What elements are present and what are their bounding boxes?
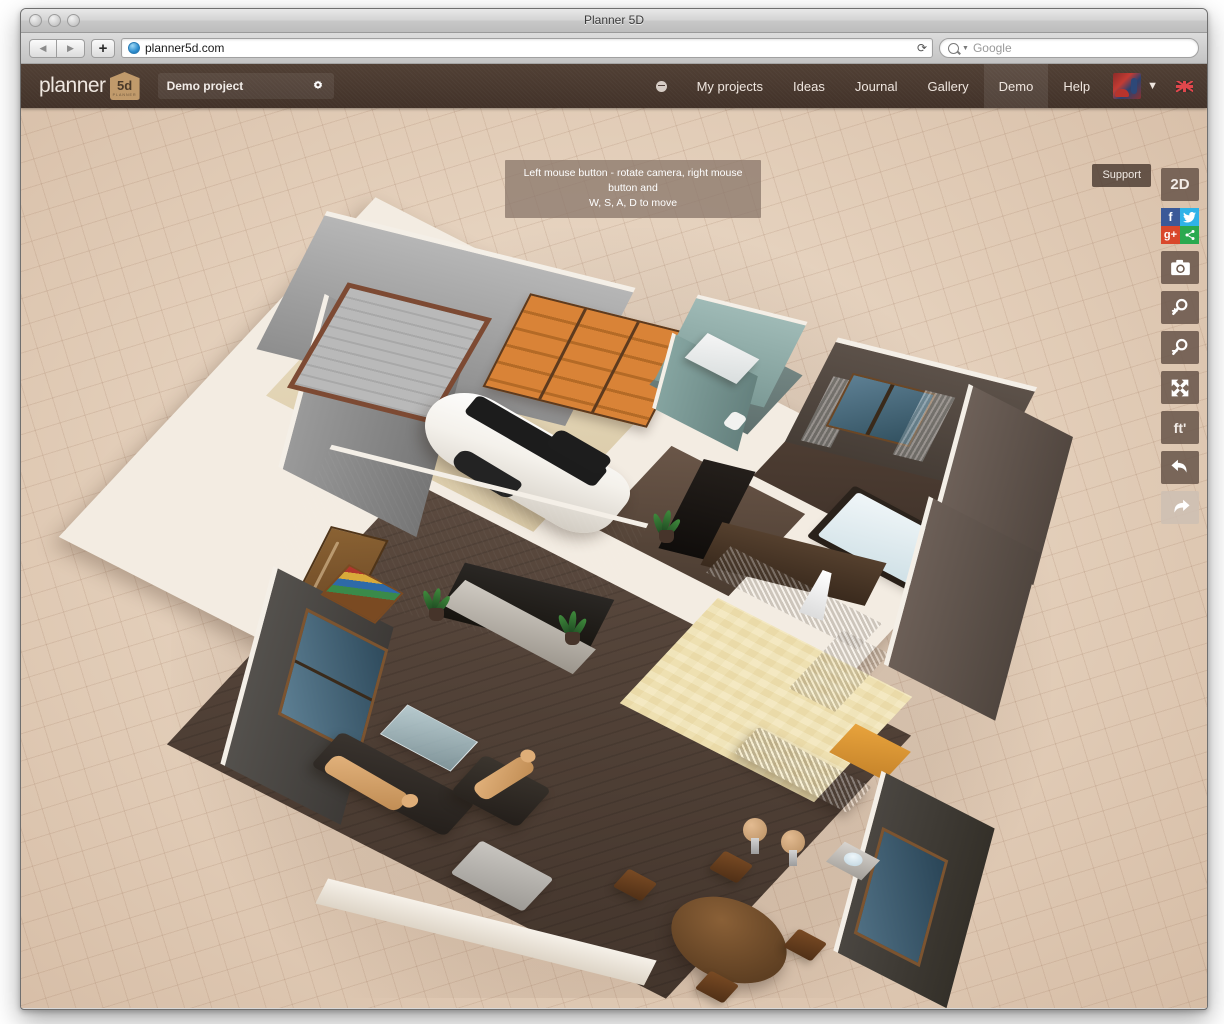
nav-item-gallery[interactable]: Gallery: [912, 64, 983, 108]
app-nav: My projects Ideas Journal Gallery Demo H…: [641, 64, 1207, 108]
gear-icon[interactable]: [311, 79, 325, 93]
right-toolbar: 2D f g+: [1161, 168, 1199, 524]
nav-item-help[interactable]: Help: [1048, 64, 1105, 108]
logo-badge-text: 5d: [117, 79, 132, 92]
reload-icon[interactable]: ⟳: [917, 41, 927, 56]
avatar: [1113, 73, 1141, 99]
search-placeholder: Google: [973, 41, 1012, 55]
view-mode-2d-button[interactable]: 2D: [1161, 168, 1199, 201]
menu-dot-icon: [656, 81, 667, 92]
window-title: Planner 5D: [21, 13, 1207, 27]
url-text: planner5d.com: [145, 41, 224, 55]
app-header: planner 5d PLANNER Demo project: [21, 64, 1207, 108]
nav-menu-dot-button[interactable]: [641, 64, 682, 108]
app-viewport: planner 5d PLANNER Demo project: [21, 64, 1207, 1008]
view-mode-label: 2D: [1170, 176, 1189, 193]
units-label: ft': [1174, 420, 1187, 436]
expand-arrows-icon: [1170, 378, 1190, 398]
language-switch-button[interactable]: [1164, 64, 1207, 108]
google-plus-icon[interactable]: g+: [1161, 226, 1180, 244]
nav-item-journal[interactable]: Journal: [840, 64, 913, 108]
logo-wordmark: planner: [39, 74, 106, 98]
screenshot-button[interactable]: [1161, 251, 1199, 284]
camera-hint-line-1: Left mouse button - rotate camera, right…: [511, 166, 755, 196]
forward-button[interactable]: ▶: [57, 39, 85, 58]
project-name-field[interactable]: Demo project: [158, 73, 334, 99]
logo-badge-subtext: PLANNER: [113, 93, 137, 97]
nav-buttons: ◀ ▶: [29, 39, 85, 58]
redo-arrow-icon: [1170, 498, 1191, 517]
social-share-group: f g+: [1161, 208, 1199, 244]
uk-flag-icon: [1176, 81, 1193, 92]
camera-hint-tooltip: Left mouse button - rotate camera, right…: [505, 160, 761, 218]
address-bar[interactable]: planner5d.com ⟳: [121, 38, 933, 58]
units-button[interactable]: ft': [1161, 411, 1199, 444]
zoom-out-icon: [1170, 338, 1190, 358]
back-button[interactable]: ◀: [29, 39, 57, 58]
zoom-out-button[interactable]: [1161, 331, 1199, 364]
zoom-in-icon: [1170, 298, 1190, 318]
logo-badge-icon: 5d PLANNER: [110, 72, 140, 100]
back-arrow-icon: ◀: [40, 44, 47, 53]
floorplan-3d-canvas[interactable]: Left mouse button - rotate camera, right…: [21, 108, 1207, 1008]
nav-item-ideas[interactable]: Ideas: [778, 64, 840, 108]
browser-toolbar: ◀ ▶ + planner5d.com ⟳ ▼ Google: [21, 33, 1207, 64]
house-scene: [21, 108, 1207, 1008]
browser-window: Planner 5D ◀ ▶ + planner5d.com ⟳ ▼ Googl…: [20, 8, 1208, 1010]
fullscreen-button[interactable]: [1161, 371, 1199, 404]
chevron-down-icon[interactable]: ▼: [962, 45, 969, 52]
forward-arrow-icon: ▶: [67, 44, 74, 53]
search-input[interactable]: ▼ Google: [939, 38, 1199, 58]
search-icon: [948, 43, 959, 54]
new-tab-button[interactable]: +: [91, 39, 115, 58]
user-account-menu[interactable]: ▼: [1105, 64, 1164, 108]
zoom-in-button[interactable]: [1161, 291, 1199, 324]
camera-hint-line-2: W, S, A, D to move: [511, 196, 755, 211]
facebook-icon[interactable]: f: [1161, 208, 1180, 226]
globe-icon: [128, 42, 140, 54]
undo-button[interactable]: [1161, 451, 1199, 484]
redo-button[interactable]: [1161, 491, 1199, 524]
browser-titlebar: Planner 5D: [21, 9, 1207, 33]
undo-arrow-icon: [1170, 458, 1191, 477]
chevron-down-icon: ▼: [1147, 80, 1158, 92]
planner5d-logo[interactable]: planner 5d PLANNER: [39, 72, 140, 100]
camera-icon: [1170, 259, 1191, 276]
bar-stool[interactable]: [743, 818, 767, 842]
share-icon[interactable]: [1180, 226, 1199, 244]
bar-stool[interactable]: [781, 830, 805, 854]
support-button[interactable]: Support: [1092, 164, 1151, 187]
nav-item-my-projects[interactable]: My projects: [682, 64, 778, 108]
project-name-text: Demo project: [167, 79, 244, 93]
twitter-icon[interactable]: [1180, 208, 1199, 226]
nav-item-demo[interactable]: Demo: [984, 64, 1049, 108]
